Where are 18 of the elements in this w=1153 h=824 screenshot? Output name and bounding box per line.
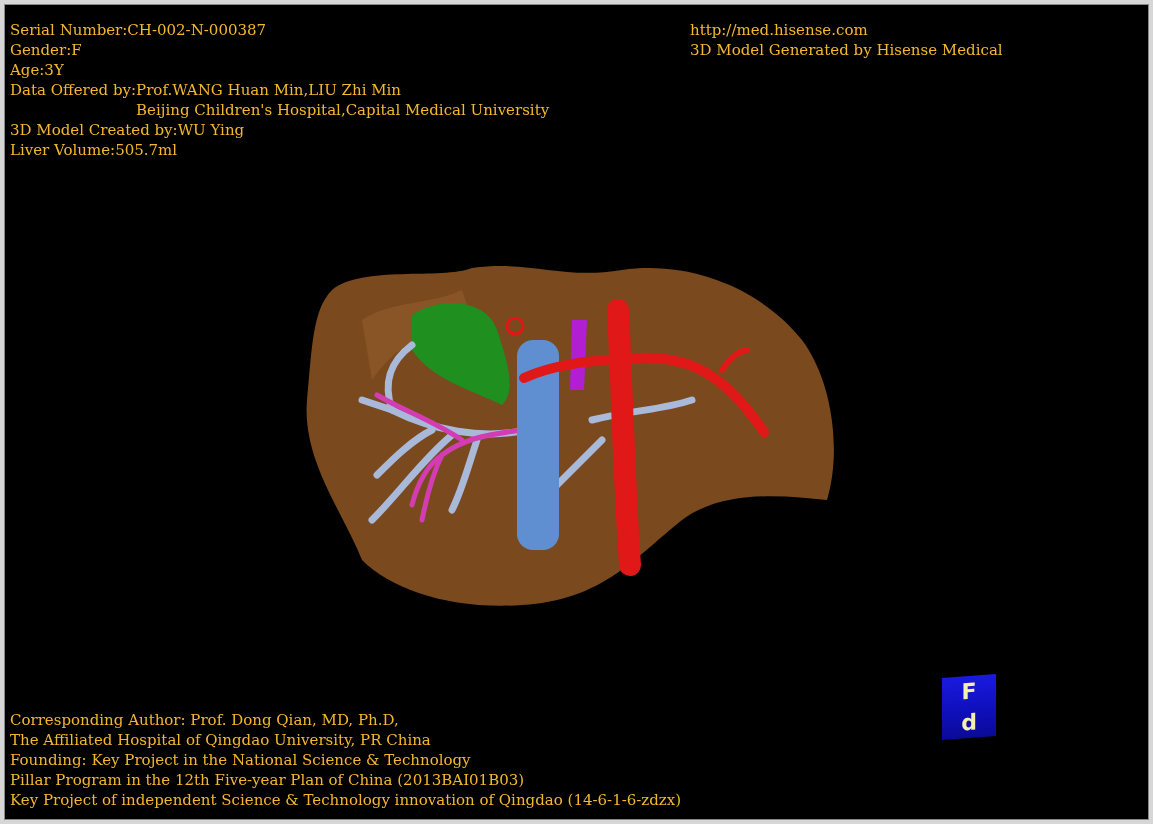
data-offered-text: Prof.WANG Huan Min,LIU Zhi Min [136, 80, 402, 100]
cube-face-label: d [961, 709, 977, 736]
footer-text: Pillar Program in the 12th Five-year Plan of China (2013BAI01B03) [10, 770, 526, 790]
footer-text: The Affiliated Hospital of Qingdao University, PR China [10, 730, 432, 750]
data-offered-label: Data Offered by: [10, 80, 137, 101]
footer-text: Key Project of independent Science & Technology innovation of Qingdao (14-6-1-6-zdzx) [10, 790, 682, 810]
website-url: http://med.hisense.com [690, 20, 869, 40]
footer-text: Corresponding Author: Prof. Dong Qian, MD, Ph.D, [10, 710, 400, 730]
generator-credit: 3D Model Generated by Hisense Medical [690, 40, 1003, 60]
data-offered-text: Beijing Children's Hospital,Capital Medical University [136, 100, 550, 120]
age-label: Age:3Y [10, 60, 65, 80]
liver-volume: Liver Volume:505.7ml [10, 140, 179, 160]
model-creator: 3D Model Created by:WU Ying [10, 120, 246, 140]
orientation-cube[interactable]: F d [942, 674, 996, 740]
serial-number: Serial Number:CH-002-N-000387 [10, 20, 268, 40]
gender-label: Gender:F [10, 40, 83, 60]
footer-text: Founding: Key Project in the National Science & Technology [10, 750, 472, 770]
cube-face-label: F [961, 678, 977, 705]
